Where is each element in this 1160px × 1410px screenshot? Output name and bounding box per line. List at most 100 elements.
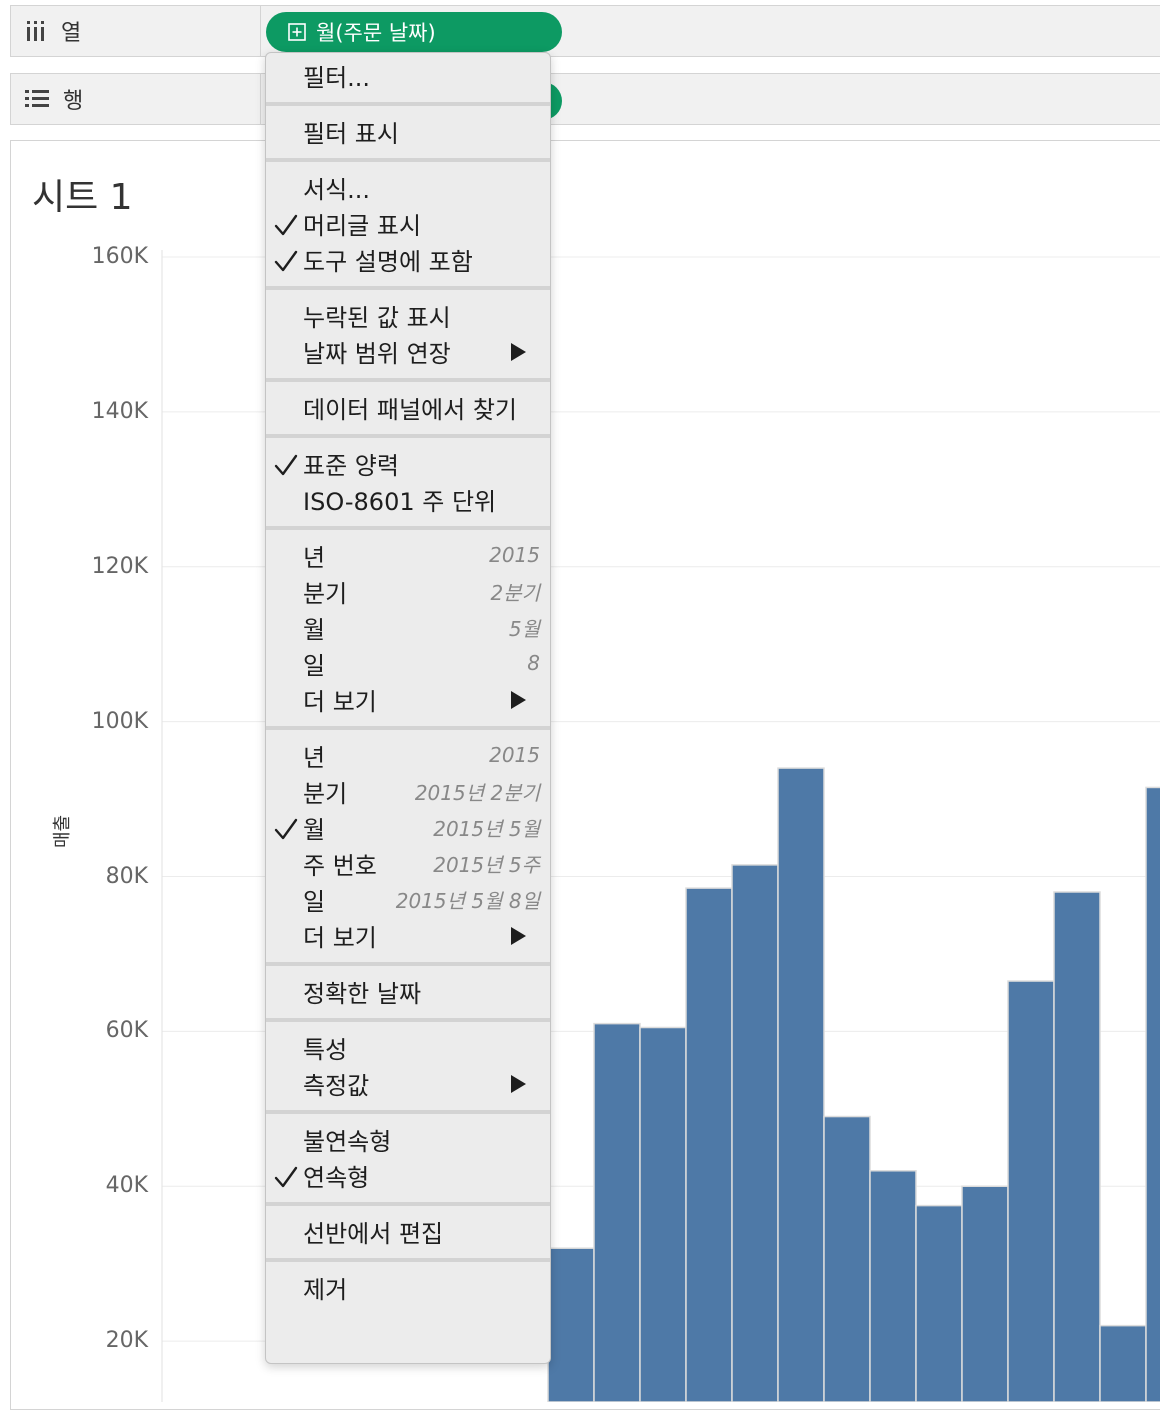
menu-item[interactable]: 분기 2분기 (266, 574, 550, 608)
submenu-arrow-icon (511, 691, 526, 709)
menu-item[interactable]: 표준 양력 (266, 446, 550, 480)
menu-item-label: 주 번호 (303, 851, 377, 880)
checkmark-icon (273, 452, 299, 482)
bar[interactable] (777, 767, 825, 1402)
bar[interactable] (1145, 786, 1160, 1402)
menu-item-label: 월 (303, 615, 326, 644)
bar[interactable] (961, 1185, 1009, 1402)
menu-item-label: 특성 (303, 1035, 348, 1064)
menu-separator (266, 1018, 550, 1022)
menu-item-label: 제거 (303, 1275, 348, 1304)
menu-item-example: 8 (527, 651, 540, 675)
menu-item-example: 5월 (508, 616, 540, 641)
menu-item-label: 선반에서 편집 (303, 1219, 444, 1248)
menu-item-example: 2015년 5월 8일 (395, 888, 540, 913)
menu-item[interactable]: 주 번호 2015년 5주 (266, 846, 550, 880)
menu-item[interactable]: 선반에서 편집 (266, 1214, 550, 1248)
menu-separator (266, 526, 550, 530)
menu-item[interactable]: 연속형 (266, 1158, 550, 1192)
menu-item-label: 필터... (303, 63, 371, 92)
menu-separator (266, 378, 550, 382)
menu-item[interactable]: 특성 (266, 1030, 550, 1064)
menu-separator (266, 1202, 550, 1206)
submenu-arrow-icon (511, 927, 526, 945)
menu-item-label: 머리글 표시 (303, 211, 422, 240)
menu-item[interactable]: 더 보기 (266, 682, 550, 716)
bar[interactable] (1007, 980, 1055, 1402)
menu-item[interactable]: 필터... (266, 58, 550, 92)
checkmark-icon (273, 1164, 299, 1194)
menu-item[interactable]: 일8 (266, 646, 550, 680)
menu-item[interactable]: 날짜 범위 연장 (266, 334, 550, 368)
submenu-arrow-icon (511, 1075, 526, 1093)
bar-chart (161, 250, 1160, 1402)
menu-item[interactable]: 누락된 값 표시 (266, 298, 550, 332)
menu-item[interactable]: 정확한 날짜 (266, 974, 550, 1008)
menu-item-example: 2015 (489, 543, 540, 567)
menu-item[interactable]: 서식... (266, 170, 550, 204)
menu-separator (266, 158, 550, 162)
menu-item[interactable]: 측정값 (266, 1066, 550, 1100)
menu-separator (266, 962, 550, 966)
menu-item-example: 2015년 5월 (433, 816, 540, 841)
menu-item-label: 도구 설명에 포함 (303, 247, 473, 276)
menu-separator (266, 1110, 550, 1114)
submenu-arrow-icon (511, 343, 526, 361)
menu-item[interactable]: 제거 (266, 1270, 550, 1304)
bar[interactable] (823, 1115, 871, 1402)
menu-item[interactable]: 불연속형 (266, 1122, 550, 1156)
menu-item-label: 연속형 (303, 1163, 370, 1192)
menu-item-label: 더 보기 (303, 923, 377, 952)
menu-item-label: 표준 양력 (303, 451, 399, 480)
menu-item[interactable]: 데이터 패널에서 찾기 (266, 390, 550, 424)
bar[interactable] (869, 1170, 917, 1402)
menu-item-label: 불연속형 (303, 1127, 392, 1156)
menu-item-label: 월 (303, 815, 326, 844)
menu-item[interactable]: 월 2015년 5월 (266, 810, 550, 844)
bar[interactable] (639, 1026, 687, 1402)
menu-separator (266, 434, 550, 438)
menu-item-label: 측정값 (303, 1071, 370, 1100)
menu-separator (266, 726, 550, 730)
bar[interactable] (1099, 1324, 1147, 1402)
menu-separator (266, 1258, 550, 1262)
menu-item-label: 분기 (303, 579, 348, 608)
menu-item-label: 분기 (303, 779, 348, 808)
menu-separator (266, 286, 550, 290)
menu-item-label: 필터 표시 (303, 119, 399, 148)
bar[interactable] (593, 1022, 641, 1402)
menu-item-label: 년 (303, 743, 326, 772)
menu-item-label: 누락된 값 표시 (303, 303, 451, 332)
menu-item[interactable]: 분기 2015년 2분기 (266, 774, 550, 808)
menu-item[interactable]: 필터 표시 (266, 114, 550, 148)
menu-item-example: 2분기 (490, 580, 540, 605)
bar[interactable] (1053, 891, 1101, 1402)
menu-item[interactable]: 일 2015년 5월 8일 (266, 882, 550, 916)
menu-item-label: 서식... (303, 175, 371, 204)
bar[interactable] (547, 1247, 595, 1402)
menu-item-label: ISO-8601 주 단위 (303, 487, 497, 516)
bar[interactable] (731, 864, 779, 1402)
menu-item-label: 더 보기 (303, 687, 377, 716)
menu-item[interactable]: 년 2015 (266, 738, 550, 772)
menu-item-label: 데이터 패널에서 찾기 (303, 395, 517, 424)
pill-context-menu: 필터... 필터 표시서식... 머리글 표시도구 설명에 포함누락된 값 표시날짜… (265, 52, 551, 1364)
menu-item[interactable]: 도구 설명에 포함 (266, 242, 550, 276)
menu-item[interactable]: 머리글 표시 (266, 206, 550, 240)
menu-item[interactable]: 년 2015 (266, 538, 550, 572)
menu-item[interactable]: 월 5월 (266, 610, 550, 644)
checkmark-icon (273, 248, 299, 278)
checkmark-icon (273, 212, 299, 242)
bar[interactable] (685, 887, 733, 1402)
menu-separator (266, 102, 550, 106)
menu-item[interactable]: 더 보기 (266, 918, 550, 952)
bar[interactable] (915, 1204, 963, 1402)
menu-item[interactable]: ISO-8601 주 단위 (266, 482, 550, 516)
menu-item-example: 2015년 5주 (433, 852, 540, 877)
menu-item-label: 날짜 범위 연장 (303, 339, 451, 368)
menu-item-label: 일 (303, 651, 326, 680)
checkmark-icon (273, 816, 299, 846)
menu-item-example: 2015 (489, 743, 540, 767)
menu-item-label: 년 (303, 543, 326, 572)
menu-item-label: 정확한 날짜 (303, 979, 422, 1008)
